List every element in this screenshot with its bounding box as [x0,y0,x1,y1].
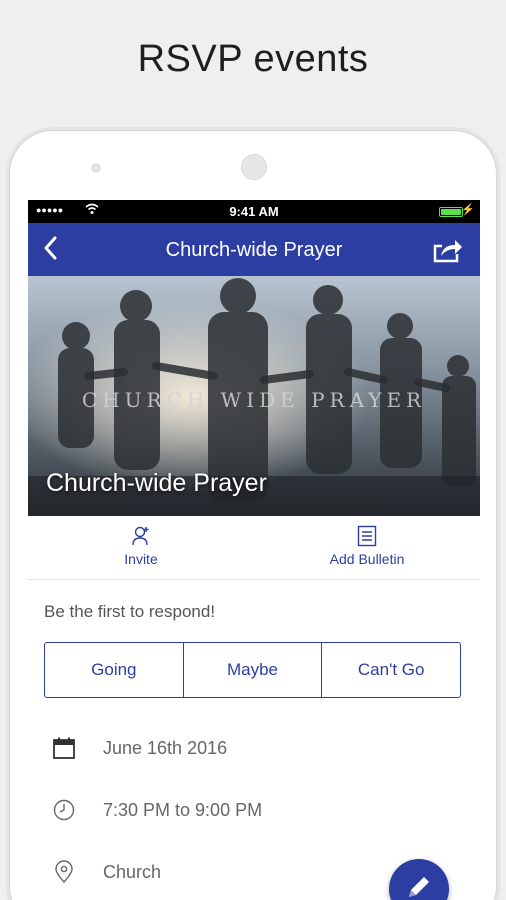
event-hero-image: CHURCH WIDE PRAYER Church-wide Prayer [28,276,480,516]
app-screen: ●●●●● 9:41 AM ⚡ Church-wide Prayer CHURC… [28,200,480,900]
pencil-icon [409,877,429,897]
maybe-button[interactable]: Maybe [182,643,322,697]
nav-bar: Church-wide Prayer [28,223,480,276]
event-location: Church [103,862,162,882]
add-bulletin-button[interactable]: Add Bulletin [254,516,480,579]
bulletin-icon [357,525,377,547]
event-date-row: June 16th 2016 [28,728,480,768]
location-pin-icon [55,860,73,884]
share-button[interactable] [432,236,464,264]
event-time: 7:30 PM to 9:00 PM [103,800,263,820]
rsvp-segmented-control: Going Maybe Can't Go [44,642,461,698]
battery-icon [439,207,463,217]
charging-icon: ⚡ [461,204,475,216]
going-button[interactable]: Going [45,643,183,697]
status-bar: ●●●●● 9:41 AM ⚡ [28,200,480,223]
calendar-icon [53,737,75,759]
phone-sensor [91,163,101,173]
invite-button[interactable]: Invite [28,516,254,579]
share-icon [433,240,462,263]
clock-icon [53,799,75,821]
cant-go-button[interactable]: Can't Go [321,643,460,697]
nav-title: Church-wide Prayer [165,239,343,261]
respond-prompt: Be the first to respond! [44,602,216,621]
event-time-row: 7:30 PM to 9:00 PM [28,790,480,830]
event-date: June 16th 2016 [103,738,228,758]
promo-title: RSVP events [137,38,369,80]
add-person-icon [132,526,149,546]
invite-label: Invite [124,551,158,567]
event-actions: Invite Add Bulletin [28,516,480,580]
hero-banner-text: CHURCH WIDE PRAYER [81,388,427,412]
phone-camera [241,154,267,180]
status-time: 9:41 AM [229,204,279,219]
add-bulletin-label: Add Bulletin [329,551,405,567]
event-title: Church-wide Prayer [46,469,267,497]
